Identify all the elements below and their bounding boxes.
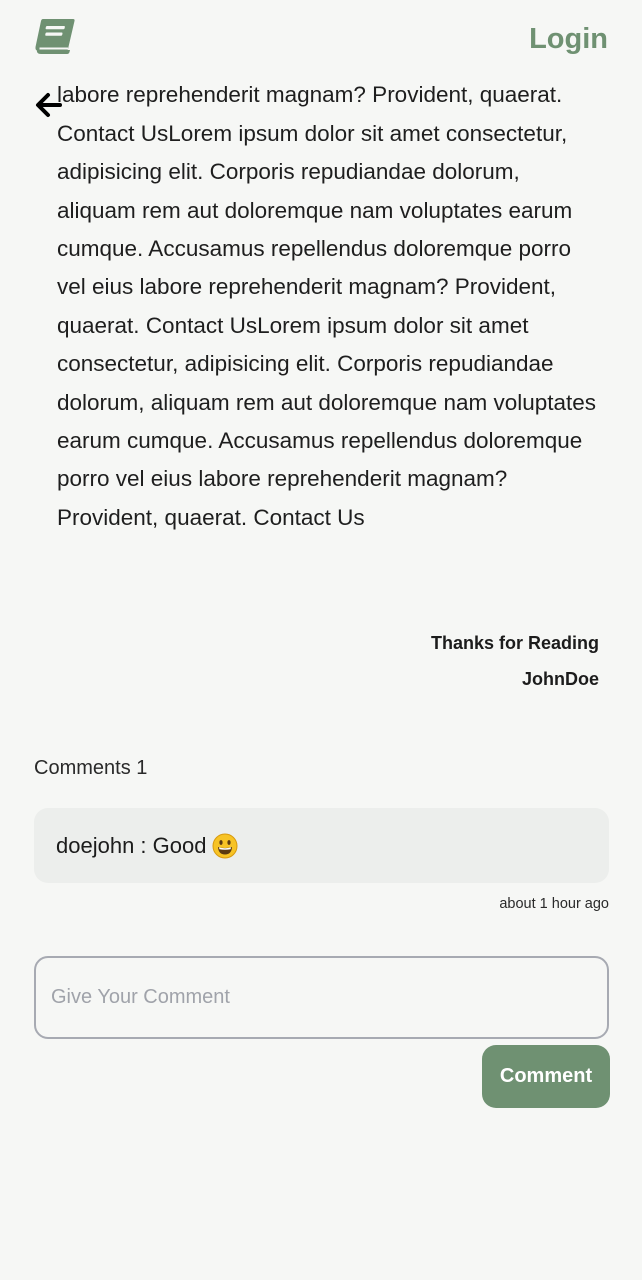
header: Login [0, 0, 642, 80]
comments-heading: Comments 1 [34, 757, 148, 779]
author-name: JohnDoe [521, 669, 599, 689]
comment-text: doejohn : Good [56, 833, 207, 858]
comment-item: doejohn : Good [34, 808, 609, 883]
comment-content: doejohn : Good [56, 830, 238, 862]
arrow-left-icon[interactable] [33, 90, 63, 120]
login-link[interactable]: Login [529, 20, 608, 58]
comment-input[interactable] [34, 956, 609, 1039]
book-icon[interactable] [33, 17, 77, 57]
comment-timestamp: about 1 hour ago [499, 896, 609, 912]
comment-submit-button[interactable]: Comment [482, 1045, 610, 1108]
grinning-face-icon [212, 833, 238, 859]
thanks-text: Thanks for Reading [430, 633, 599, 653]
article-text: Accusamus repellendus doloremque porro v… [57, 82, 597, 530]
article-body: Accusamus repellendus doloremque porro v… [57, 80, 602, 600]
